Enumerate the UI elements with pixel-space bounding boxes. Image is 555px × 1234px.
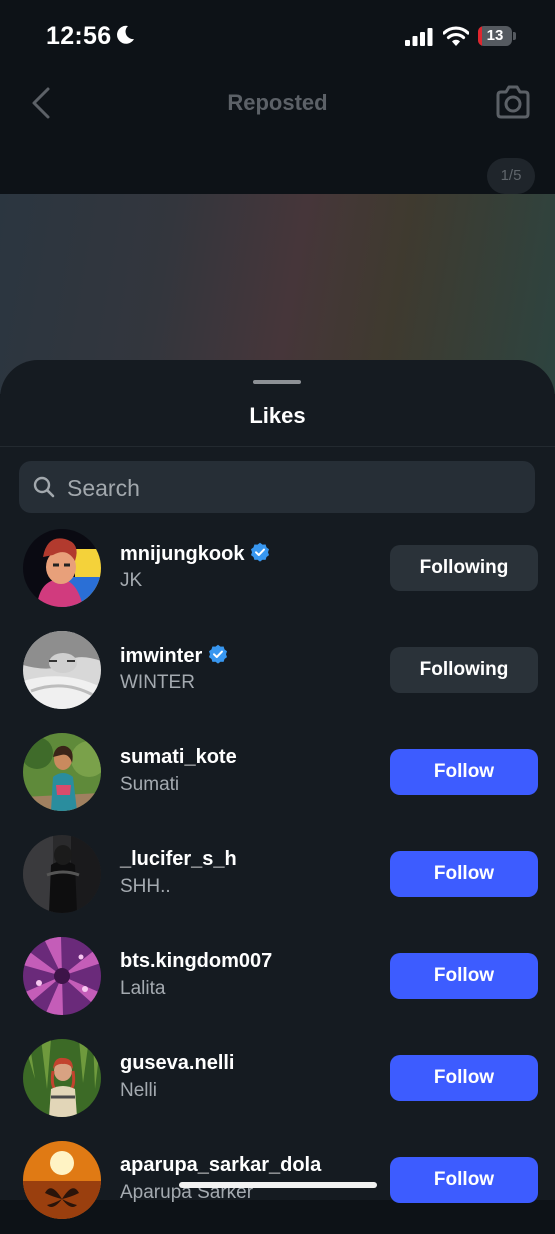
home-indicator <box>179 1182 377 1188</box>
wifi-icon <box>443 26 469 46</box>
list-item[interactable]: sumati_kote Sumati Follow <box>0 724 555 826</box>
search-icon <box>33 476 55 498</box>
username[interactable]: imwinter <box>120 645 202 667</box>
username[interactable]: aparupa_sarkar_dola <box>120 1154 321 1176</box>
full-name: Lalita <box>120 978 166 999</box>
search-bar[interactable] <box>19 461 535 515</box>
status-time: 12:56 <box>46 22 112 50</box>
verified-badge-icon <box>209 644 228 664</box>
moon-icon <box>117 25 134 44</box>
username[interactable]: bts.kingdom007 <box>120 950 272 972</box>
page-counter: 1/5 <box>487 158 535 194</box>
follow-button[interactable]: Follow <box>390 1157 538 1203</box>
username[interactable]: mnijungkook <box>120 543 244 565</box>
list-item[interactable]: guseva.nelli Nelli Follow <box>0 1030 555 1132</box>
follow-button[interactable]: Follow <box>390 851 538 897</box>
top-nav: Reposted <box>0 70 555 136</box>
avatar[interactable] <box>23 1039 101 1117</box>
cellular-signal-icon <box>405 28 433 46</box>
avatar[interactable] <box>23 1141 101 1219</box>
battery-icon: 13 <box>478 26 516 46</box>
full-name: Nelli <box>120 1080 157 1101</box>
avatar[interactable] <box>23 937 101 1015</box>
following-button[interactable]: Following <box>390 545 538 591</box>
username[interactable]: guseva.nelli <box>120 1052 235 1074</box>
full-name: JK <box>120 570 143 591</box>
likes-sheet: Likes mnijungkook <box>0 360 555 1219</box>
follow-button[interactable]: Follow <box>390 1055 538 1101</box>
search-input[interactable] <box>65 461 509 515</box>
sheet-title: Likes <box>249 403 306 428</box>
full-name: SHH.. <box>120 876 171 897</box>
list-item[interactable]: mnijungkook JK Following <box>0 520 555 622</box>
avatar[interactable] <box>23 733 101 811</box>
verified-badge-icon <box>251 542 270 562</box>
list-item[interactable]: _lucifer_s_h SHH.. Follow <box>0 826 555 928</box>
avatar[interactable] <box>23 631 101 709</box>
follow-button[interactable]: Follow <box>390 749 538 795</box>
status-bar: 12:56 13 <box>0 0 555 70</box>
username[interactable]: sumati_kote <box>120 746 237 768</box>
battery-level: 13 <box>486 27 504 44</box>
page-title: Reposted <box>227 90 328 115</box>
divider <box>0 446 555 447</box>
username[interactable]: _lucifer_s_h <box>120 848 237 870</box>
sheet-drag-handle[interactable] <box>253 380 301 384</box>
avatar[interactable] <box>23 529 101 607</box>
follow-button[interactable]: Follow <box>390 953 538 999</box>
list-item[interactable]: imwinter WINTER Following <box>0 622 555 724</box>
full-name: Sumati <box>120 774 180 795</box>
camera-icon[interactable] <box>494 84 532 120</box>
following-button[interactable]: Following <box>390 647 538 693</box>
full-name: WINTER <box>120 672 195 693</box>
list-item[interactable]: bts.kingdom007 Lalita Follow <box>0 928 555 1030</box>
avatar[interactable] <box>23 835 101 913</box>
